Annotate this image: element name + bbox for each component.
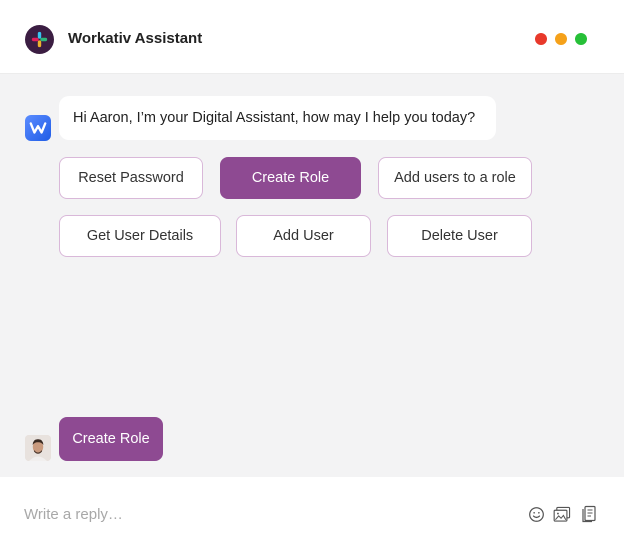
- reply-input[interactable]: [24, 499, 504, 529]
- close-window-button[interactable]: [535, 33, 547, 45]
- user-avatar: [25, 435, 51, 461]
- workativ-logo-icon: [25, 115, 51, 141]
- option-delete-user-button[interactable]: Delete User: [387, 215, 532, 257]
- option-create-role-button[interactable]: Create Role: [220, 157, 361, 199]
- maximize-window-button[interactable]: [575, 33, 587, 45]
- option-reset-password-button[interactable]: Reset Password: [59, 157, 203, 199]
- chat-transcript[interactable]: Hi Aaron, I’m your Digital Assistant, ho…: [0, 74, 624, 477]
- reply-composer: [0, 477, 624, 551]
- user-message-bubble: Create Role: [59, 417, 163, 461]
- chat-header: Workativ Assistant: [0, 0, 624, 74]
- emoji-icon[interactable]: [527, 505, 545, 523]
- slack-logo-icon: [25, 25, 54, 54]
- option-add-users-to-role-button[interactable]: Add users to a role: [378, 157, 532, 199]
- option-get-user-details-button[interactable]: Get User Details: [59, 215, 221, 257]
- minimize-window-button[interactable]: [555, 33, 567, 45]
- bot-message-bubble: Hi Aaron, I’m your Digital Assistant, ho…: [59, 96, 496, 140]
- image-icon[interactable]: [553, 505, 571, 523]
- assistant-title: Workativ Assistant: [68, 30, 203, 47]
- option-add-user-button[interactable]: Add User: [236, 215, 371, 257]
- attachment-icon[interactable]: [580, 505, 598, 523]
